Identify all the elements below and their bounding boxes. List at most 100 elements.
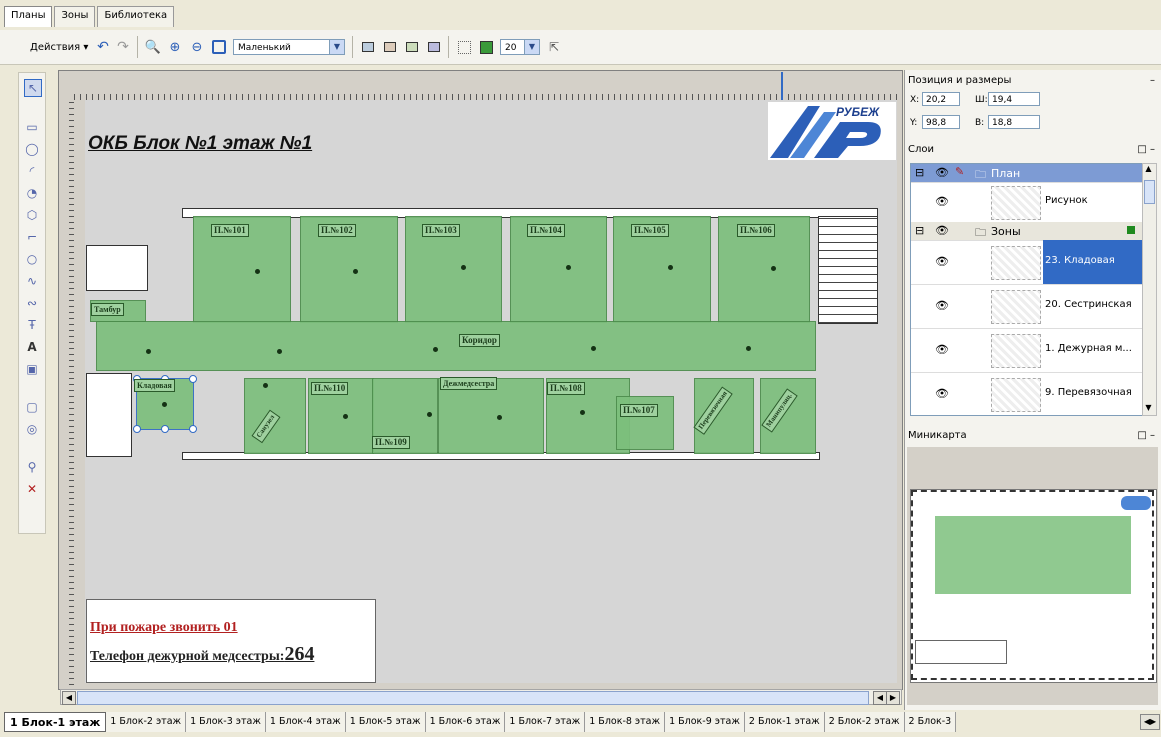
panel-controls-icon[interactable]: □ – [1137, 428, 1155, 444]
snap-icon[interactable] [478, 37, 494, 57]
group-icon[interactable] [404, 37, 420, 57]
layer-item[interactable]: 👁 9. Перевязочная [911, 372, 1145, 415]
device-dot[interactable] [591, 346, 596, 351]
device-dot[interactable] [255, 269, 260, 274]
y-field[interactable]: 98,8 [922, 115, 960, 129]
device-dot[interactable] [162, 402, 167, 407]
select-arrow-icon[interactable]: ↖ [24, 79, 42, 97]
grid-size-combo[interactable]: 20 ▼ [500, 39, 540, 55]
floor-tab[interactable]: 2 Блок-1 этаж [744, 712, 825, 732]
scroll-down-icon[interactable]: ▼ [1143, 403, 1154, 415]
polygon-tool-icon[interactable]: ⬡ [24, 207, 40, 223]
floor-tab[interactable]: 1 Блок-7 этаж [505, 712, 586, 732]
device-dot[interactable] [343, 414, 348, 419]
device-dot[interactable] [497, 415, 502, 420]
floor-tab[interactable]: 1 Блок-2 этаж [106, 712, 187, 732]
pointer-settings-icon[interactable]: ⇱ [546, 37, 562, 57]
polyline-tool-icon[interactable]: ⌐ [24, 229, 40, 245]
undo-icon[interactable]: ↶ [95, 37, 111, 57]
arc-tool-icon[interactable]: ◜ [24, 163, 40, 179]
device-dot[interactable] [277, 349, 282, 354]
eye-icon[interactable]: 👁 [935, 387, 949, 400]
floor-tab[interactable]: 1 Блок-9 этаж [665, 712, 745, 732]
curve-tool-icon[interactable]: ∿ [24, 273, 40, 289]
scroll-right-button[interactable]: ▶ [886, 691, 900, 705]
layer-group-plan[interactable]: ⊟ 👁 ✎ 🗀 План [911, 164, 1145, 183]
eye-icon[interactable]: 👁 [935, 255, 949, 268]
layer-item[interactable]: 👁 20. Сестринская [911, 284, 1145, 329]
device-dot[interactable] [427, 412, 432, 417]
eye-icon[interactable]: 👁 [935, 343, 949, 356]
device-dot[interactable] [433, 347, 438, 352]
sensor-tool-icon[interactable]: ◎ [24, 421, 40, 437]
send-back-icon[interactable] [382, 37, 398, 57]
device-dot[interactable] [353, 269, 358, 274]
scroll-thumb[interactable] [77, 691, 869, 705]
circle-tool-icon[interactable]: ○ [24, 251, 40, 267]
scroll-left-button[interactable]: ◀ [62, 691, 76, 705]
floor-tab[interactable]: 1 Блок-1 этаж [4, 712, 107, 732]
device-dot[interactable] [580, 410, 585, 415]
selection-handle[interactable] [189, 425, 197, 433]
device-dot[interactable] [566, 265, 571, 270]
zoom-icon[interactable]: 🔍 [145, 37, 161, 57]
selection-handle[interactable] [133, 425, 141, 433]
scale-combo[interactable]: Маленький ▼ [233, 39, 345, 55]
scroll-left-button-2[interactable]: ◀ [873, 691, 887, 705]
tab-scroll-arrows[interactable]: ◀▶ [1140, 714, 1160, 730]
layer-item[interactable]: 👁 1. Дежурная м... [911, 328, 1145, 373]
zoom-in-icon[interactable]: ⊕ [167, 37, 183, 57]
scroll-thumb[interactable] [1144, 180, 1155, 204]
fit-page-icon[interactable] [211, 37, 227, 57]
device-dot[interactable] [461, 265, 466, 270]
grid-icon[interactable] [456, 37, 472, 57]
layer-item[interactable]: 👁 23. Кладовая [911, 240, 1145, 285]
zone-tool-icon[interactable]: ⚲ [24, 459, 40, 475]
room-corridor[interactable] [96, 321, 816, 371]
pie-tool-icon[interactable]: ◔ [24, 185, 40, 201]
selection-handle[interactable] [189, 375, 197, 383]
freehand-tool-icon[interactable]: ∾ [24, 295, 40, 311]
panel-controls-icon[interactable]: □ – [1137, 142, 1155, 158]
device-dot[interactable] [746, 346, 751, 351]
tab-library[interactable]: Библиотека [97, 6, 175, 27]
actions-menu-button[interactable]: Действия ▾ [30, 37, 88, 57]
device-tool-icon[interactable]: ▢ [24, 399, 40, 415]
device-dot[interactable] [668, 265, 673, 270]
device-dot[interactable] [771, 266, 776, 271]
text-frame-tool-icon[interactable]: Ŧ [24, 317, 40, 333]
zoom-out-icon[interactable]: ⊖ [189, 37, 205, 57]
height-field[interactable]: 18,8 [988, 115, 1040, 129]
image-tool-icon[interactable]: ▣ [24, 361, 40, 377]
eye-icon[interactable]: 👁 [935, 195, 949, 208]
layer-item-picture[interactable]: 👁 Рисунок [911, 182, 1145, 223]
floor-tab[interactable]: 2 Блок-2 этаж [824, 712, 905, 732]
selection-handle[interactable] [161, 425, 169, 433]
pencil-icon[interactable]: ✎ [955, 165, 964, 178]
device-dot[interactable] [146, 349, 151, 354]
ungroup-icon[interactable] [426, 37, 442, 57]
collapse-toggle-icon[interactable]: ⊟ [915, 166, 924, 179]
collapse-icon[interactable]: – [1150, 73, 1155, 89]
text-tool-icon[interactable]: A [24, 339, 40, 355]
scroll-up-icon[interactable]: ▲ [1143, 164, 1154, 176]
eye-icon[interactable]: 👁 [935, 166, 949, 179]
horizontal-scrollbar[interactable]: ◀ ◀ ▶ [60, 689, 902, 705]
tab-plans[interactable]: Планы [4, 6, 53, 27]
width-field[interactable]: 19,4 [988, 92, 1040, 106]
floor-tab[interactable]: 1 Блок-4 этаж [265, 712, 346, 732]
rectangle-tool-icon[interactable]: ▭ [24, 119, 40, 135]
minimap-viewport[interactable] [911, 490, 1154, 680]
redo-icon[interactable]: ↷ [115, 37, 131, 57]
tab-zones[interactable]: Зоны [54, 6, 96, 27]
minimap-canvas[interactable] [910, 489, 1157, 683]
floor-tab[interactable]: 1 Блок-6 этаж [425, 712, 506, 732]
layer-group-zones[interactable]: ⊟ 👁 🗀 Зоны [911, 222, 1145, 241]
layers-scrollbar[interactable]: ▲ ▼ [1142, 163, 1157, 416]
eye-icon[interactable]: 👁 [935, 299, 949, 312]
floor-tab[interactable]: 1 Блок-5 этаж [345, 712, 426, 732]
remove-zone-icon[interactable]: ✕ [24, 481, 40, 497]
floor-tab[interactable]: 2 Блок-3 [904, 712, 957, 732]
floor-tab[interactable]: 1 Блок-3 этаж [186, 712, 266, 732]
x-field[interactable]: 20,2 [922, 92, 960, 106]
